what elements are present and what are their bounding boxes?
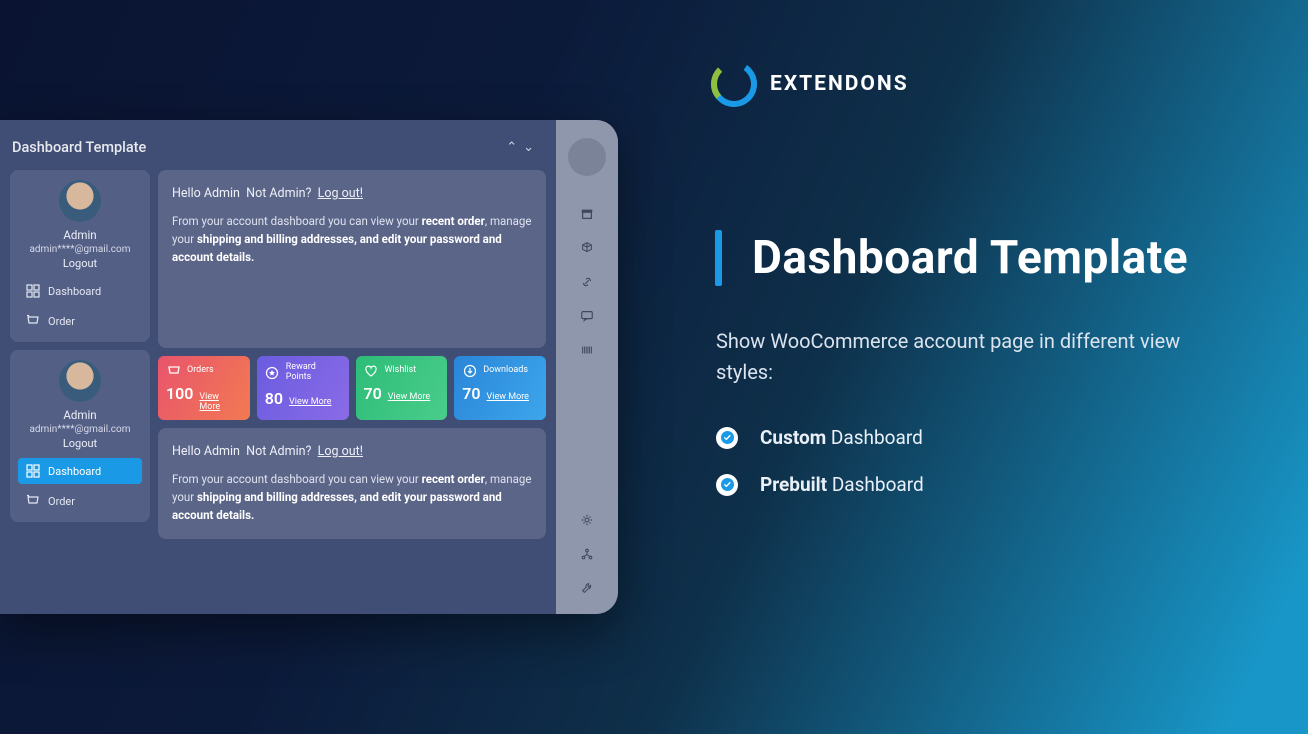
grid-icon (26, 464, 40, 478)
stat-link[interactable]: View More (487, 392, 529, 402)
logout-link[interactable]: Log out! (318, 444, 363, 459)
user-logout-link[interactable]: Logout (63, 257, 97, 270)
nav-item-order[interactable]: Order (18, 308, 142, 334)
stats-row: Orders 100 View More Reward Points 80 View… (158, 356, 546, 420)
chevron-down-icon[interactable]: ⌄ (523, 140, 534, 155)
user-email: admin****@gmail.com (29, 424, 130, 435)
user-name: Admin (63, 408, 96, 422)
dashboard-greeting-secondary: Hello Admin Not Admin? Log out! From you… (158, 428, 546, 539)
stat-value: 70 (462, 384, 480, 403)
brand-logo-text: EXTENDONS (770, 72, 909, 96)
usercard-variant-b: Admin admin****@gmail.com Logout Dashboa… (10, 350, 150, 522)
nav-item-dashboard[interactable]: Dashboard (18, 458, 142, 484)
stat-label: Downloads (483, 366, 538, 376)
logout-link[interactable]: Log out! (318, 186, 363, 201)
avatar (59, 360, 101, 402)
nav-label: Order (48, 315, 75, 328)
gear-icon[interactable] (579, 512, 595, 528)
window-content: Admin admin****@gmail.com Logout Dashboa… (0, 170, 556, 614)
chevron-up-icon[interactable]: ⌃ (506, 140, 517, 155)
feature-item-prebuilt: Prebuilt Dashboard (716, 473, 924, 496)
nav-item-dashboard[interactable]: Dashboard (18, 278, 142, 304)
nav-label: Order (48, 495, 75, 508)
stat-value: 70 (364, 384, 382, 403)
chat-icon[interactable] (579, 308, 595, 324)
avatar (59, 180, 101, 222)
cart-icon (166, 363, 181, 378)
nav-item-order[interactable]: Order (18, 488, 142, 514)
user-logout-link[interactable]: Logout (63, 437, 97, 450)
check-icon (716, 427, 738, 449)
star-circle-icon (265, 365, 280, 380)
grid-icon (26, 284, 40, 298)
headline-wrap: Dashboard Template (715, 230, 1188, 286)
rail-avatar[interactable] (568, 138, 606, 176)
cart-icon (26, 494, 40, 508)
wrench-icon[interactable] (579, 580, 595, 596)
download-icon (462, 363, 477, 378)
greeting-header: Hello Admin Not Admin? Log out! (172, 184, 532, 203)
cube-icon[interactable] (579, 240, 595, 256)
stat-label: Orders (187, 366, 242, 376)
check-icon (716, 474, 738, 496)
greeting-body: From your account dashboard you can view… (172, 471, 532, 524)
stat-orders[interactable]: Orders 100 View More (158, 356, 250, 420)
user-nav: Dashboard Order (18, 458, 142, 514)
brand-logo-icon (710, 60, 758, 108)
usercard-column: Admin admin****@gmail.com Logout Dashboa… (10, 170, 150, 604)
stat-wishlist[interactable]: Wishlist 70 View More (356, 356, 448, 420)
stat-value: 80 (265, 389, 283, 408)
stat-link[interactable]: View More (199, 392, 241, 412)
brand-logo: EXTENDONS (710, 60, 909, 108)
dashboard-greeting: Hello Admin Not Admin? Log out! From you… (158, 170, 546, 348)
stat-link[interactable]: View More (388, 392, 430, 402)
dashboard-preview-window: Dashboard Template ⌃ ⌄ Admin admin****@g… (0, 120, 618, 614)
usercard-variant-a: Admin admin****@gmail.com Logout Dashboa… (10, 170, 150, 342)
node-icon[interactable] (579, 546, 595, 562)
stat-downloads[interactable]: Downloads 70 View More (454, 356, 546, 420)
user-name: Admin (63, 228, 96, 242)
greeting-header: Hello Admin Not Admin? Log out! (172, 442, 532, 461)
greeting-body: From your account dashboard you can view… (172, 213, 532, 266)
nav-label: Dashboard (48, 285, 101, 298)
stat-label: Reward Points (286, 363, 341, 383)
nav-label: Dashboard (48, 465, 101, 478)
headline-accent-bar (715, 230, 722, 286)
page-subtext: Show WooCommerce account page in differe… (716, 326, 1236, 388)
user-nav: Dashboard Order (18, 278, 142, 334)
stat-value: 100 (166, 384, 193, 403)
barcode-icon[interactable] (579, 342, 595, 358)
stat-label: Wishlist (385, 366, 440, 376)
feature-checklist: Custom Dashboard Prebuilt Dashboard (716, 426, 924, 496)
window-collapse-controls[interactable]: ⌃ ⌄ (506, 140, 534, 155)
stat-link[interactable]: View More (289, 397, 331, 407)
window-main-panel: Dashboard Template ⌃ ⌄ Admin admin****@g… (0, 120, 556, 614)
feature-item-custom: Custom Dashboard (716, 426, 924, 449)
window-right-rail (556, 120, 618, 614)
heart-icon (364, 363, 379, 378)
link-icon[interactable] (579, 274, 595, 290)
main-column: Hello Admin Not Admin? Log out! From you… (158, 170, 546, 604)
stat-reward-points[interactable]: Reward Points 80 View More (257, 356, 349, 420)
user-email: admin****@gmail.com (29, 244, 130, 255)
window-title: Dashboard Template (12, 139, 146, 156)
cart-icon (26, 314, 40, 328)
page-headline: Dashboard Template (752, 231, 1188, 285)
feature-label: Custom Dashboard (760, 426, 923, 449)
archive-icon[interactable] (579, 206, 595, 222)
feature-label: Prebuilt Dashboard (760, 473, 924, 496)
window-header: Dashboard Template ⌃ ⌄ (0, 120, 556, 170)
